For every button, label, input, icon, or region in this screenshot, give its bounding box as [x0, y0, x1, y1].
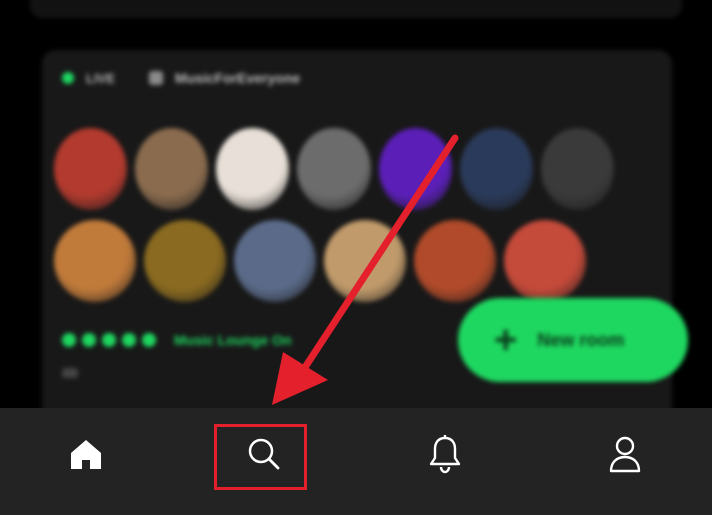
- new-room-button[interactable]: + New room: [458, 298, 688, 382]
- live-label: LIVE: [86, 70, 115, 86]
- participant-avatar[interactable]: [459, 128, 533, 210]
- nav-profile[interactable]: [605, 434, 645, 474]
- room-header: LIVE MusicForEveryone: [62, 70, 300, 86]
- participant-avatar[interactable]: [297, 128, 371, 210]
- live-indicator-icon: [62, 72, 74, 84]
- title-emoji: [142, 333, 156, 347]
- title-emoji: [62, 333, 76, 347]
- profile-icon: [609, 436, 641, 473]
- participant-avatar[interactable]: [504, 220, 586, 302]
- participant-avatar[interactable]: [234, 220, 316, 302]
- room-card[interactable]: LIVE MusicForEveryone Music Lounge On: [42, 50, 672, 450]
- participant-avatar[interactable]: [540, 128, 614, 210]
- participant-avatar[interactable]: [216, 128, 290, 210]
- participant-avatar[interactable]: [135, 128, 209, 210]
- room-title-text: Music Lounge On: [174, 332, 292, 348]
- room-subtitle: [62, 368, 78, 378]
- nav-notifications[interactable]: [425, 434, 465, 474]
- nav-home[interactable]: [66, 434, 106, 474]
- bell-icon: [429, 435, 461, 474]
- plus-icon: +: [494, 318, 518, 362]
- participant-avatar[interactable]: [54, 128, 128, 210]
- previous-room-card: [30, 0, 682, 18]
- avatar-row: [54, 220, 614, 302]
- title-emoji: [102, 333, 116, 347]
- participant-avatar[interactable]: [144, 220, 226, 302]
- room-title: Music Lounge On: [62, 332, 291, 348]
- participant-avatars: [54, 128, 614, 312]
- avatar-row: [54, 128, 614, 210]
- participant-avatar[interactable]: [324, 220, 406, 302]
- participant-avatar[interactable]: [378, 128, 452, 210]
- bottom-navbar: [0, 408, 712, 515]
- search-highlight-box: [214, 424, 307, 490]
- title-emoji: [82, 333, 96, 347]
- title-emoji: [122, 333, 136, 347]
- participant-avatar[interactable]: [54, 220, 136, 302]
- participant-avatar[interactable]: [414, 220, 496, 302]
- new-room-label: New room: [537, 329, 625, 350]
- room-name: MusicForEveryone: [174, 70, 301, 86]
- room-icon: [148, 71, 163, 85]
- home-icon: [71, 440, 101, 469]
